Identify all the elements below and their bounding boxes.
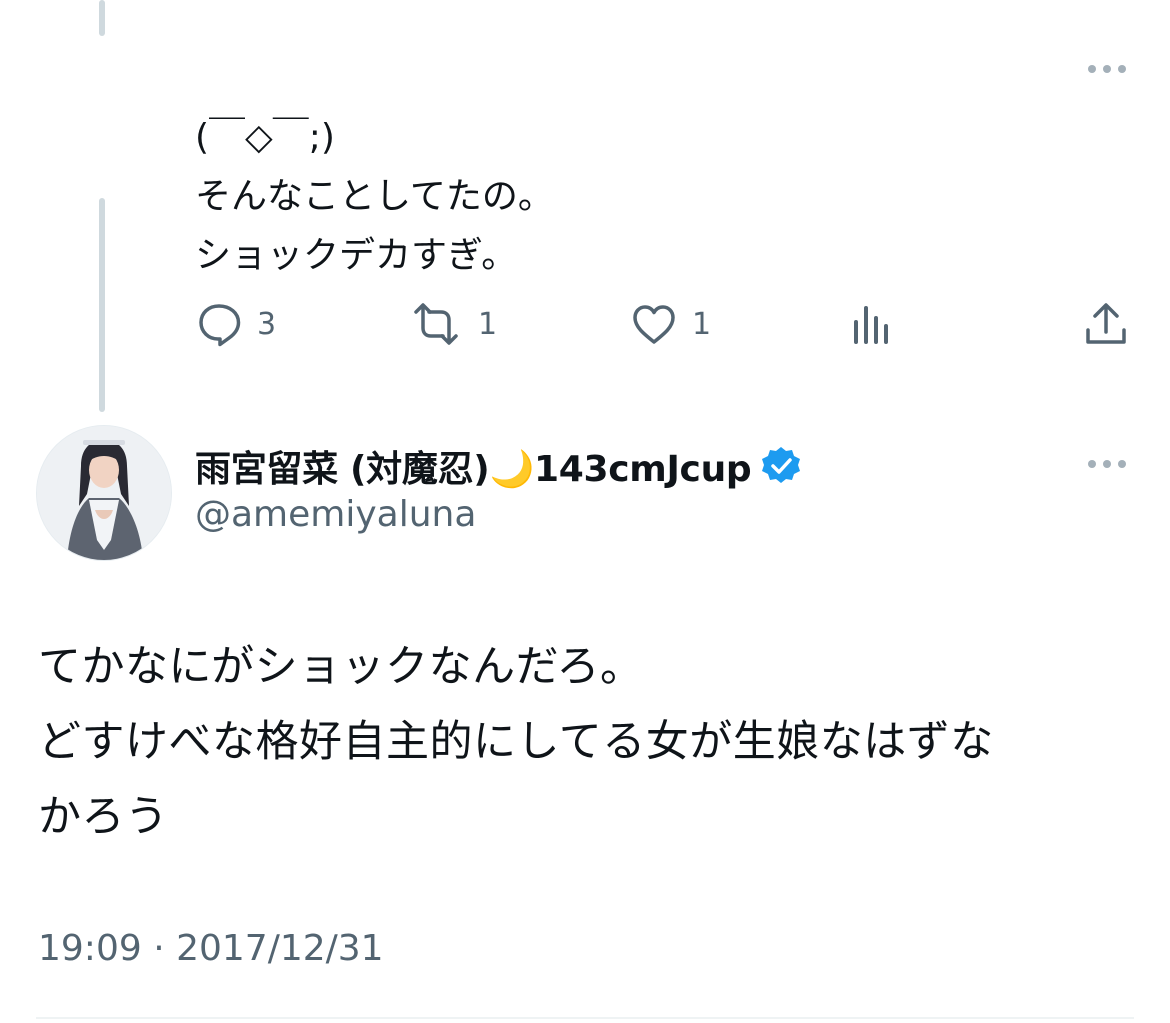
reply-icon — [199, 304, 241, 347]
reply-tweet-text: (￣◇￣;) そんなことしてたの。 ショックデカすぎ。 — [195, 117, 554, 276]
reply-tweet-actions: 3 1 1 — [195, 297, 1135, 351]
reply-count: 3 — [257, 306, 277, 342]
views-icon — [854, 306, 888, 344]
author-handle[interactable]: @amemiyaluna — [195, 494, 476, 535]
more-icon-main[interactable] — [1085, 457, 1129, 471]
like-icon — [633, 305, 675, 344]
thread-line-top — [99, 0, 105, 36]
retweet-icon — [414, 303, 458, 345]
views-button[interactable] — [850, 297, 894, 351]
avatar[interactable] — [36, 425, 172, 561]
like-button[interactable]: 1 — [630, 297, 711, 351]
reply-button[interactable]: 3 — [195, 297, 276, 351]
more-icon[interactable] — [1085, 62, 1129, 76]
verified-icon — [762, 447, 801, 483]
like-count: 1 — [692, 306, 712, 342]
divider — [36, 1017, 1134, 1019]
retweet-count: 1 — [478, 306, 498, 342]
thread-line-connector — [99, 198, 105, 412]
main-tweet-text: てかなにがショックなんだろ。 どすけべな格好自主的にしてる女が生娘なはずな かろ… — [38, 642, 994, 842]
tweet-timestamp[interactable]: 19:09 · 2017/12/31 — [38, 928, 384, 969]
author-display-name: 雨宮留菜 (対魔忍)🌙143cmJcup — [195, 449, 752, 490]
author-name-row[interactable]: 雨宮留菜 (対魔忍)🌙143cmJcup — [195, 437, 803, 495]
share-button[interactable] — [1082, 297, 1130, 351]
retweet-button[interactable]: 1 — [408, 297, 497, 351]
share-icon — [1086, 303, 1126, 344]
